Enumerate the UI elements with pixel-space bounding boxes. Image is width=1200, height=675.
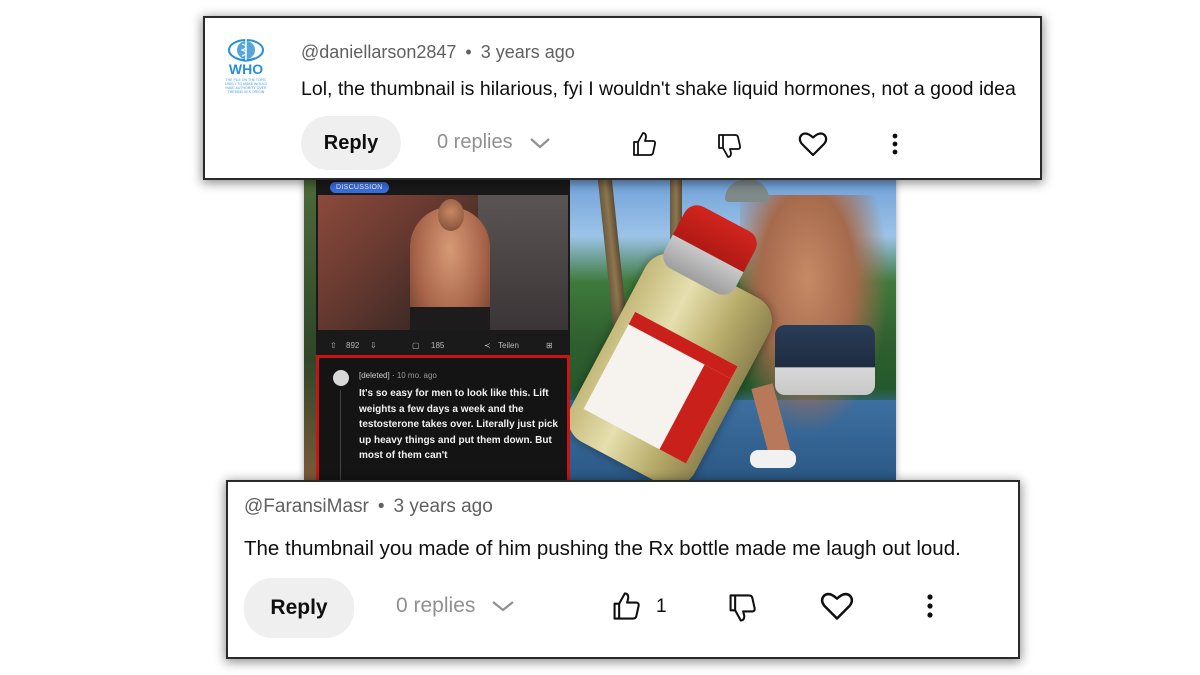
share-icon: ≺ [484, 341, 491, 350]
comment-time[interactable]: 3 years ago [481, 42, 575, 62]
video-thumbnail-image: DISCUSSION ⇧ 892 ⇩ ▢ 185 ≺ Teilen ⊞ [del… [304, 175, 896, 480]
reddit-comment-time: 10 mo. ago [396, 371, 437, 380]
more-vertical-icon[interactable] [888, 131, 902, 157]
comment-icon: ▢ [412, 341, 420, 350]
comment-author[interactable]: @FaransiMasr [244, 496, 369, 517]
reddit-post-photo [318, 195, 568, 330]
like-count: 1 [656, 596, 667, 617]
thumbs-down-icon[interactable] [715, 132, 743, 160]
who-logo[interactable]: WHO THE FILE ON THE TOPIC LIKELY TO MAKE… [221, 38, 271, 98]
thumbs-up-icon[interactable] [610, 590, 642, 622]
comment-meta: @FaransiMasr • 3 years ago [244, 496, 493, 518]
thumbs-down-icon[interactable] [726, 592, 758, 624]
reddit-screenshot: DISCUSSION ⇧ 892 ⇩ ▢ 185 ≺ Teilen ⊞ [del… [316, 175, 570, 480]
reddit-comment-author: [deleted] [359, 371, 390, 380]
reply-button[interactable]: Reply [244, 578, 354, 638]
comment-time[interactable]: 3 years ago [394, 496, 493, 517]
heart-icon[interactable] [798, 130, 828, 158]
who-logo-caption: THE FILE ON THE TOPIC LIKELY TO MAKE WOU… [224, 78, 268, 94]
comment-card-2: @FaransiMasr • 3 years ago The thumbnail y… [228, 482, 1018, 657]
reddit-avatar [333, 370, 349, 386]
share-label: Teilen [498, 341, 519, 350]
bottle-pushing-photo [570, 175, 896, 480]
replies-count: 0 replies [437, 131, 513, 153]
reddit-comment-text: It's so easy for men to look like this. … [359, 388, 558, 461]
replies-count: 0 replies [396, 594, 476, 617]
chevron-down-icon [492, 601, 515, 612]
replies-toggle[interactable]: 0 replies [437, 131, 551, 154]
award-icon: ⊞ [546, 341, 553, 350]
chevron-down-icon [529, 137, 550, 148]
reply-button[interactable]: Reply [301, 116, 401, 170]
upvote-count: 892 [346, 341, 360, 350]
reddit-post-actions: ⇧ 892 ⇩ ▢ 185 ≺ Teilen ⊞ [316, 337, 570, 355]
highlighted-reddit-comment: [deleted] · 10 mo. ago It's so easy for … [316, 355, 570, 480]
who-emblem-icon [228, 39, 264, 62]
replies-toggle[interactable]: 0 replies [396, 594, 515, 618]
comment-text: Lol, the thumbnail is hilarious, fyi I w… [301, 78, 1016, 100]
comment-card-1: WHO THE FILE ON THE TOPIC LIKELY TO MAKE… [205, 18, 1040, 178]
thumbnail-edge-strip [304, 175, 316, 480]
discussion-tag: DISCUSSION [330, 182, 389, 193]
more-vertical-icon[interactable] [923, 592, 937, 620]
meta-separator: • [465, 42, 472, 62]
comment-text: The thumbnail you made of him pushing th… [244, 537, 961, 560]
thumbs-up-icon[interactable] [630, 130, 658, 158]
meta-separator: • [377, 496, 385, 517]
comment-count: 185 [431, 341, 445, 350]
comment-author[interactable]: @daniellarson2847 [301, 42, 456, 62]
who-logo-text: WHO [228, 61, 264, 77]
upvote-icon: ⇧ [330, 341, 337, 350]
comment-meta: @daniellarson2847 • 3 years ago [301, 42, 575, 63]
reddit-comment-meta: [deleted] · 10 mo. ago [359, 371, 437, 380]
heart-icon[interactable] [820, 590, 854, 622]
downvote-icon: ⇩ [370, 341, 377, 350]
